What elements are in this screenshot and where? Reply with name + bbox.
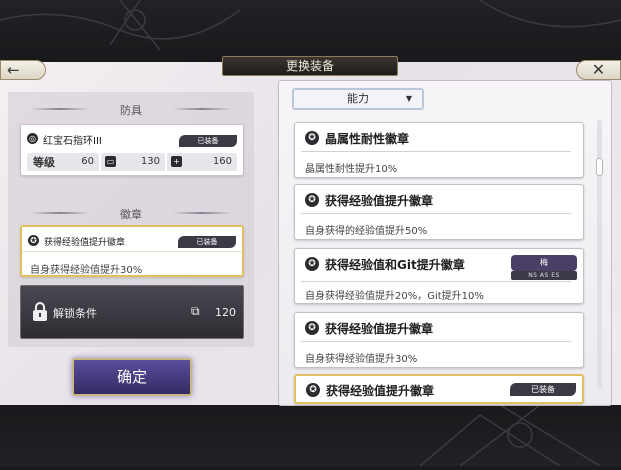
equipped-tag: 已装备 (179, 135, 237, 147)
shield-icon: ▭ (105, 156, 116, 167)
top-frame (0, 0, 621, 62)
badge-icon: ✪ (305, 193, 319, 207)
level-value: 60 (81, 156, 94, 167)
badge-section-title: 徽章 (120, 208, 142, 221)
equipped-badge-card[interactable]: ✪ 获得经验值提升徽章 已装备 自身获得经验值提升30% (20, 225, 244, 277)
badge-icon: ✪ (305, 131, 319, 145)
badge-description: 自身获得经验值提升20%，Git提升10% (305, 291, 484, 302)
unlock-value: 120 (215, 306, 236, 319)
frame-ornament-bottom (419, 404, 601, 467)
list-item[interactable]: ✪ 获得经验值提升徽章 自身获得的经验值提升50% (294, 184, 584, 240)
badge-description: 晶属性耐性提升10% (305, 164, 398, 175)
badge-icon: ✪ (305, 257, 319, 271)
badge-title: 获得经验值提升徽章 (325, 194, 434, 208)
confirm-button[interactable]: 确定 (72, 358, 192, 396)
equipped-badge-name: 获得经验值提升徽章 (44, 238, 126, 248)
section-divider (30, 108, 90, 110)
back-button[interactable]: ← (0, 60, 46, 80)
badge-title: 获得经验值提升徽章 (326, 384, 435, 398)
equipped-tag: 已装备 (178, 236, 236, 248)
armor-item-name: 红宝石指环III (43, 136, 102, 147)
back-arrow-icon: ← (7, 61, 20, 79)
armor-section-title: 防具 (120, 104, 142, 117)
rank-tag: 梅 (511, 255, 577, 271)
equipped-badge-description: 自身获得经验值提升30% (30, 265, 143, 276)
equipped-tag: 已装备 (510, 383, 576, 396)
section-divider (172, 108, 232, 110)
rank-codes: NS AS ES (511, 271, 577, 280)
chevron-down-icon: ▼ (405, 94, 412, 103)
defense-value: 130 (140, 156, 160, 167)
level-stat: 等级 60 (27, 153, 99, 171)
armor-item-card[interactable]: ◎ 红宝石指环III 已装备 等级 60 ▭ 130 + 160 (20, 124, 244, 176)
hp-stat: + 160 (167, 153, 237, 171)
frame-ornament (0, 0, 621, 51)
filter-dropdown[interactable]: 能力 ▼ (292, 88, 424, 110)
badge-description: 自身获得的经验值提升50% (305, 226, 428, 237)
close-icon: ✕ (591, 60, 606, 79)
badge-title: 晶属性耐性徽章 (325, 132, 410, 146)
close-button[interactable]: ✕ (576, 60, 621, 80)
badge-description: 自身获得经验值提升30% (305, 354, 418, 365)
currency-icon: ⧉ (191, 304, 200, 318)
badge-icon: ✪ (305, 321, 319, 335)
unlock-label: 解锁条件 (53, 307, 97, 320)
defense-stat: ▭ 130 (101, 153, 165, 171)
badge-title: 获得经验值提升徽章 (325, 322, 434, 336)
badge-icon: ✪ (28, 235, 39, 246)
badge-title: 获得经验值和Git提升徽章 (325, 258, 465, 272)
plus-shield-icon: + (171, 156, 182, 167)
lock-icon (33, 302, 47, 321)
filter-selected: 能力 (347, 92, 369, 105)
list-item[interactable]: ✪ 获得经验值和Git提升徽章 梅 NS AS ES 自身获得经验值提升20%，… (294, 248, 584, 304)
list-item[interactable]: ✪ 获得经验值提升徽章 自身获得经验值提升30% (294, 312, 584, 368)
list-item[interactable]: ✪ 获得经验值提升徽章 已装备 (294, 374, 584, 404)
scrollbar-thumb[interactable] (596, 158, 603, 176)
list-item[interactable]: ✪ 晶属性耐性徽章 晶属性耐性提升10% (294, 122, 584, 178)
unlock-condition: 解锁条件 ⧉ 120 (20, 285, 244, 339)
page-title: 更换装备 (222, 56, 398, 76)
section-divider (30, 212, 90, 214)
ring-icon: ◎ (27, 133, 38, 144)
hp-value: 160 (212, 156, 232, 167)
level-label: 等级 (33, 156, 55, 169)
bottom-frame (0, 404, 621, 467)
section-divider (172, 212, 232, 214)
badge-icon: ✪ (306, 383, 320, 397)
